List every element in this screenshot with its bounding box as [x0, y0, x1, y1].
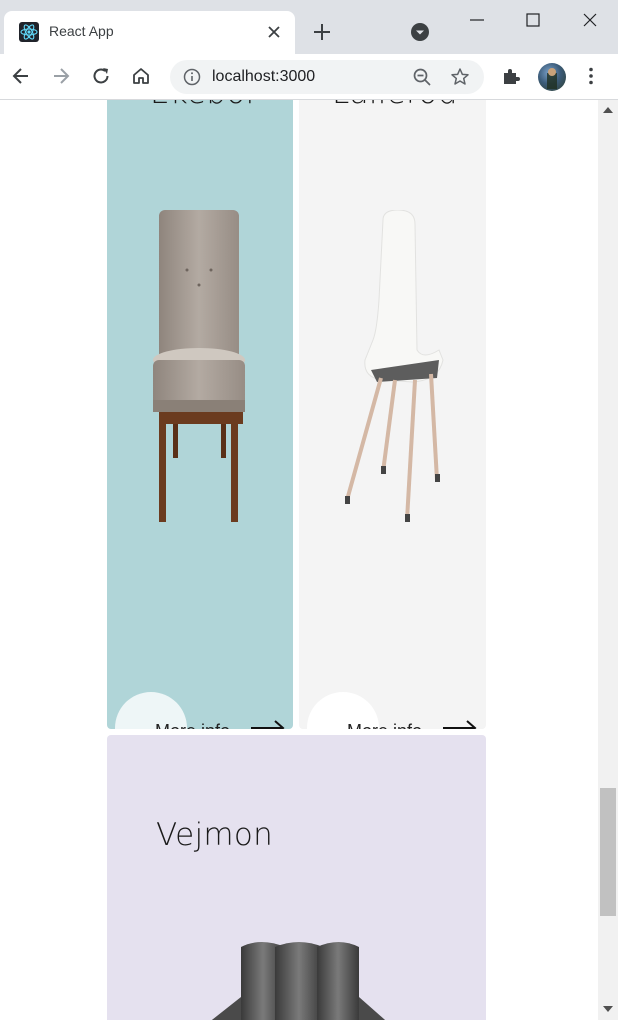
product-card-vejmon[interactable]: Vejmon: [107, 735, 486, 1020]
browser-tab[interactable]: React App: [4, 11, 295, 54]
tab-strip: React App: [0, 0, 618, 54]
upholstered-chair-image: [151, 210, 251, 534]
window-close-icon[interactable]: [580, 10, 600, 30]
product-card-ekebol[interactable]: Ekebol: [107, 100, 293, 729]
forward-arrow-icon[interactable]: [50, 65, 72, 87]
page-viewport: Ekebol: [0, 100, 598, 1020]
browser-toolbar: localhost:3000: [0, 54, 618, 100]
address-bar[interactable]: localhost:3000: [170, 60, 484, 94]
more-info-button[interactable]: More info: [115, 692, 291, 729]
white-shell-chair-image: [343, 209, 453, 534]
close-icon[interactable]: [267, 24, 281, 38]
product-card-lallerod[interactable]: Lallerod More info: [299, 100, 486, 729]
more-info-label: More info: [155, 721, 230, 729]
minimize-icon[interactable]: [467, 10, 487, 30]
product-title: Lallerod: [332, 100, 458, 111]
more-info-label: More info: [347, 721, 422, 729]
back-arrow-icon[interactable]: [10, 65, 32, 87]
product-title: Ekebol: [150, 100, 255, 111]
bookmark-star-icon[interactable]: [450, 67, 470, 87]
info-icon[interactable]: [183, 68, 201, 86]
home-icon[interactable]: [130, 65, 152, 87]
kebab-menu-icon[interactable]: [580, 65, 602, 87]
product-title: Vejmon: [156, 817, 274, 853]
puzzle-icon[interactable]: [500, 65, 522, 87]
profile-avatar[interactable]: [538, 63, 566, 91]
sofa-image: [203, 937, 393, 1020]
scroll-down-arrow-icon[interactable]: [603, 1006, 613, 1012]
zoom-icon[interactable]: [412, 67, 432, 87]
plus-icon[interactable]: [311, 21, 333, 43]
url-text[interactable]: localhost:3000: [212, 68, 315, 86]
scrollbar-thumb[interactable]: [600, 788, 616, 916]
arrow-right-icon: [250, 719, 286, 729]
vertical-scrollbar[interactable]: [598, 100, 618, 1020]
tab-search-icon[interactable]: [410, 22, 430, 42]
scroll-up-arrow-icon[interactable]: [603, 107, 613, 113]
more-info-button[interactable]: More info: [307, 692, 483, 729]
maximize-icon[interactable]: [523, 10, 543, 30]
react-logo-icon: [19, 22, 39, 42]
arrow-right-icon: [442, 719, 478, 729]
tab-title: React App: [49, 23, 114, 39]
reload-icon[interactable]: [90, 65, 112, 87]
